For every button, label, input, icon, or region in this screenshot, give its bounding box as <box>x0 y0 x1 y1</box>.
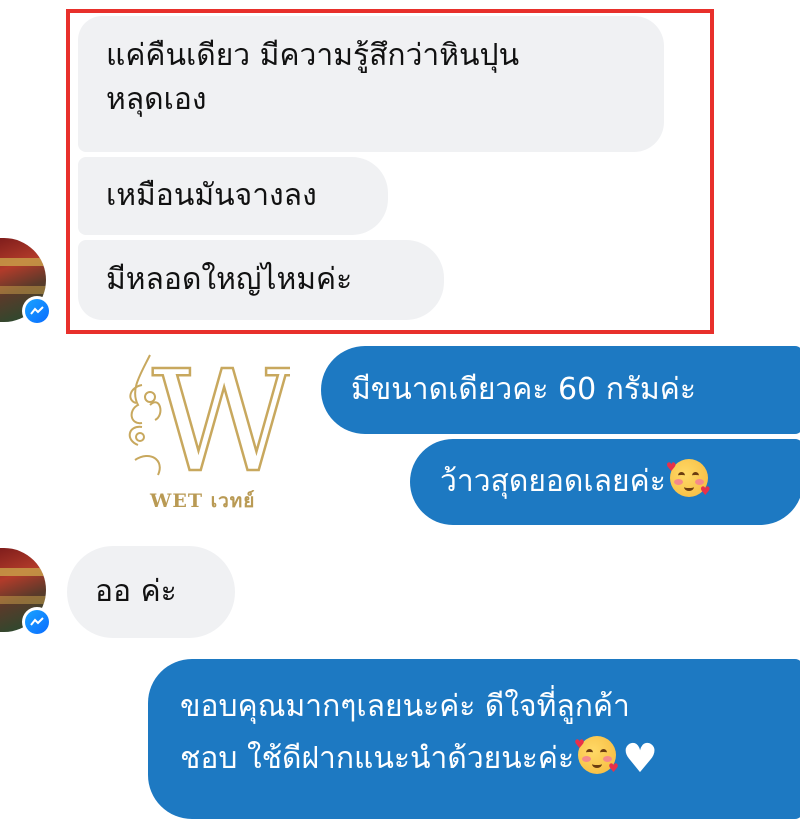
sent-message-bubble[interactable]: มีขนาดเดียวคะ 60 กรัมค่ะ <box>321 346 800 434</box>
logo-letter: W <box>152 345 290 504</box>
message-line: หลุดเอง <box>106 82 207 117</box>
smiling-face-with-hearts-icon: ♥ ♥ <box>665 459 711 498</box>
message-line: ว้าวสุดยอดเลยค่ะ <box>440 464 666 499</box>
message-line: ชอบ ใช้ดีฝากแนะนำด้วยนะค่ะ <box>180 741 575 776</box>
message-line: ออ ค่ะ <box>95 574 177 609</box>
messenger-icon <box>30 617 44 626</box>
logo-text: WET เวทย์ <box>150 490 256 512</box>
received-message-bubble[interactable]: เหมือนมันจางลง <box>78 157 388 235</box>
received-message-bubble[interactable]: มีหลอดใหญ่ไหมค่ะ <box>78 240 444 320</box>
white-heart-icon: ♥ <box>622 736 658 782</box>
messenger-icon <box>30 306 44 315</box>
message-line: มีขนาดเดียวคะ 60 กรัมค่ะ <box>351 372 696 407</box>
messenger-badge <box>22 607 52 637</box>
message-line: ขอบคุณมากๆเลยนะค่ะ ดีใจที่ลูกค้า <box>180 689 630 724</box>
messenger-badge <box>22 296 52 326</box>
message-line: แค่คืนเดียว มีความรู้สึกว่าหินปุน <box>106 38 520 73</box>
received-message-bubble[interactable]: ออ ค่ะ <box>67 546 235 638</box>
sent-message-bubble[interactable]: ขอบคุณมากๆเลยนะค่ะ ดีใจที่ลูกค้า ชอบ ใช้… <box>148 659 800 819</box>
received-message-bubble[interactable]: แค่คืนเดียว มีความรู้สึกว่าหินปุน หลุดเอ… <box>78 16 664 152</box>
smiling-face-with-hearts-icon: ♥ ♥ <box>574 736 619 775</box>
message-line: มีหลอดใหญ่ไหมค่ะ <box>106 262 353 297</box>
message-line: เหมือนมันจางลง <box>106 178 317 213</box>
sent-message-bubble[interactable]: ว้าวสุดยอดเลยค่ะ ♥ ♥ <box>410 439 800 525</box>
